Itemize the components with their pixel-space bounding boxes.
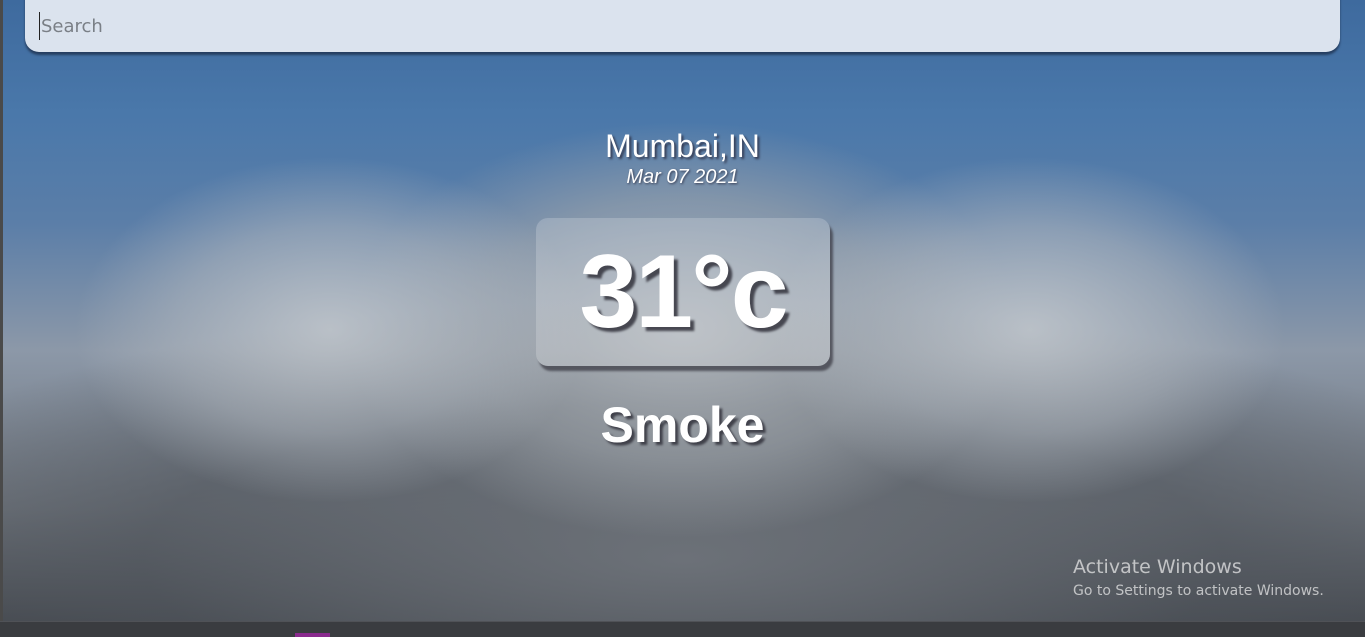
search-bar: [25, 0, 1340, 52]
date-label: Mar 07 2021: [626, 166, 739, 188]
taskbar: [0, 621, 1365, 637]
window-edge: [0, 0, 3, 637]
search-input[interactable]: [39, 12, 1321, 40]
weather-app: Mumbai,IN Mar 07 2021 31°c Smoke Activat…: [0, 0, 1365, 637]
weather-condition: Smoke: [600, 397, 765, 453]
activate-windows-watermark: Activate Windows Go to Settings to activ…: [1073, 556, 1324, 599]
watermark-title: Activate Windows: [1073, 556, 1242, 578]
location-label: Mumbai,IN: [605, 128, 760, 164]
temperature-value: 31°c: [579, 234, 788, 350]
watermark-subtitle: Go to Settings to activate Windows.: [1073, 583, 1324, 599]
taskbar-active-indicator: [295, 633, 330, 637]
temperature-card: 31°c: [536, 218, 830, 366]
